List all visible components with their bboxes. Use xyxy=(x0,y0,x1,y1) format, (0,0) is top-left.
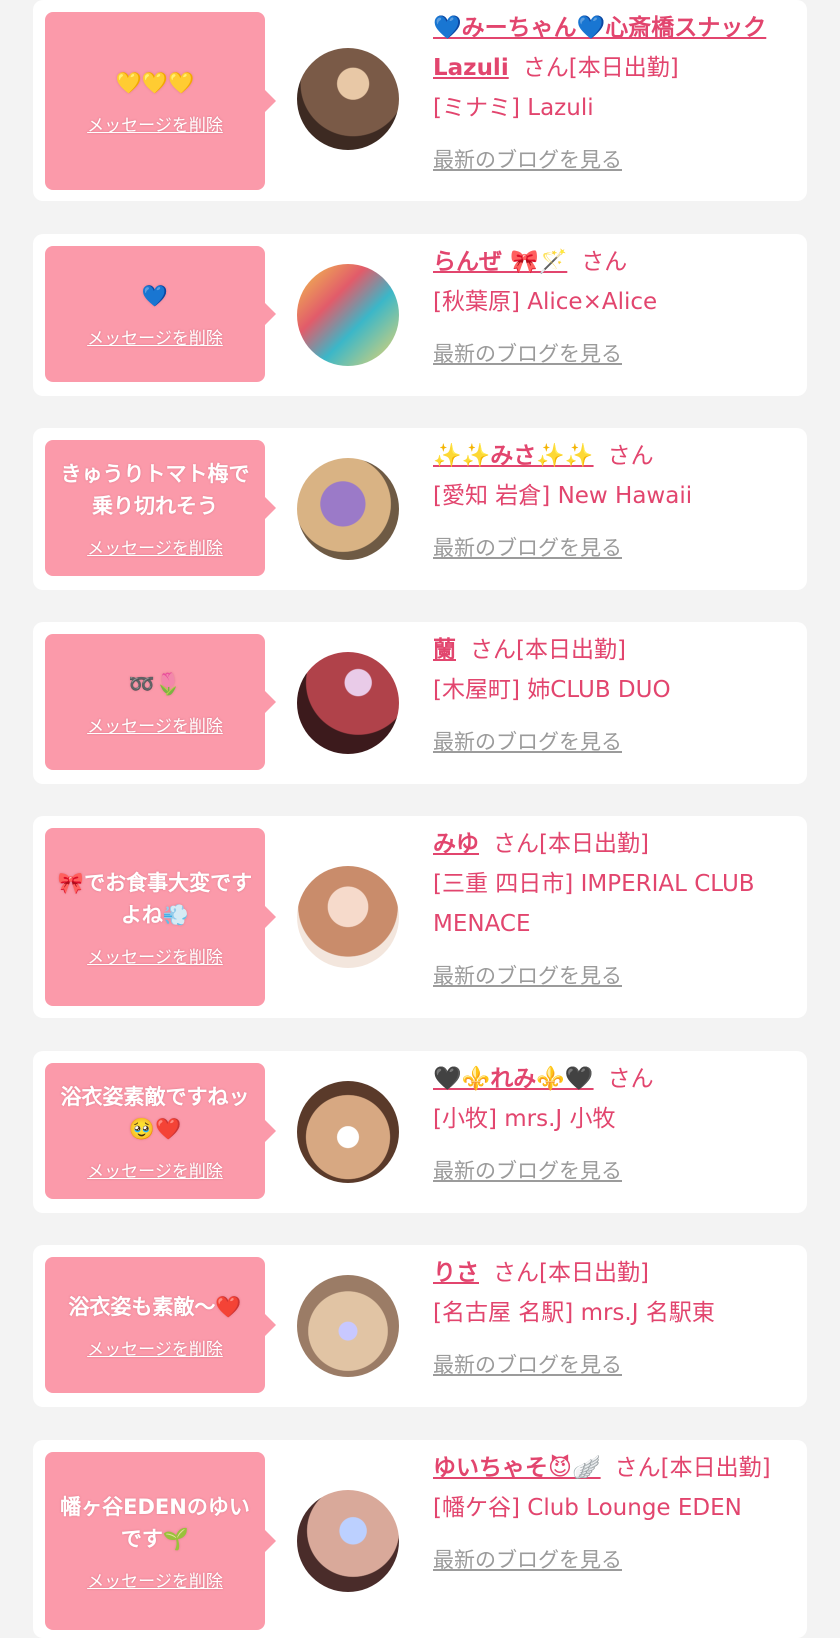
cast-name-link[interactable]: みゆ xyxy=(433,831,479,857)
shop-name: [木屋町] 姉CLUB DUO xyxy=(433,677,671,703)
latest-blog-link[interactable]: 最新のブログを見る xyxy=(433,532,622,562)
message-card: ➿🌷 メッセージを削除 蘭さん[本日出勤] [木屋町] 姉CLUB DUO 最新のブログ… xyxy=(33,622,807,784)
cast-name-line: 💙みーちゃん💙心斎橋スナックLazuli さん[本日出勤] xyxy=(433,8,783,88)
cast-avatar[interactable] xyxy=(297,1490,399,1592)
delete-message-link[interactable]: メッセージを削除 xyxy=(87,1567,223,1592)
cast-honorific-status: さん xyxy=(607,443,654,469)
message-bubble: 💛💛💛 メッセージを削除 xyxy=(45,12,276,190)
cast-avatar[interactable] xyxy=(297,1275,399,1377)
cast-info: ✨✨みさ✨✨ さん [愛知 岩倉] New Hawaii 最新のブログを見る xyxy=(433,436,783,562)
message-card: 🎀でお食事大変ですよね💨 メッセージを削除 みゆ さん[本日出勤] [三重 四日市] I… xyxy=(33,816,807,1018)
message-text: 💙 xyxy=(141,283,169,308)
cast-name-line: りさ さん[本日出勤] xyxy=(433,1253,783,1293)
cast-name-link[interactable]: 🖤⚜️れみ⚜️🖤 xyxy=(433,1066,594,1092)
cast-name-link[interactable]: ✨✨みさ✨✨ xyxy=(433,443,594,469)
cast-info: みゆ さん[本日出勤] [三重 四日市] IMPERIAL CLUB MENACE 最… xyxy=(433,824,783,990)
delete-message-link[interactable]: メッセージを削除 xyxy=(87,1335,223,1360)
latest-blog-link[interactable]: 最新のブログを見る xyxy=(433,1155,622,1185)
latest-blog-link[interactable]: 最新のブログを見る xyxy=(433,1349,622,1379)
delete-message-link[interactable]: メッセージを削除 xyxy=(87,712,223,737)
message-card: 浴衣姿素敵ですねッ🥹❤️ メッセージを削除 🖤⚜️れみ⚜️🖤 さん [小牧] mrs.J… xyxy=(33,1051,807,1213)
message-bubble: 🎀でお食事大変ですよね💨 メッセージを削除 xyxy=(45,828,276,1006)
cast-avatar[interactable] xyxy=(297,48,399,150)
cast-name-line: みゆ さん[本日出勤] xyxy=(433,824,783,864)
message-card: きゅうりトマト梅で乗り切れそうメッセージを削除 ✨✨みさ✨✨ さん [愛知 岩倉] N… xyxy=(33,428,807,590)
cast-name-link[interactable]: らんぜ 🎀🪄 xyxy=(433,249,567,275)
message-card: 💙 メッセージを削除 らんぜ 🎀🪄 さん [秋葉原] Alice×Alice 最新のブログ… xyxy=(33,234,807,396)
cast-avatar[interactable] xyxy=(297,1081,399,1183)
cast-info: りさ さん[本日出勤] [名古屋 名駅] mrs.J 名駅東最新のブログを見る xyxy=(433,1253,783,1379)
cast-honorific-status: さん[本日出勤] xyxy=(493,831,649,857)
message-bubble: 浴衣姿素敵ですねッ🥹❤️ メッセージを削除 xyxy=(45,1063,276,1199)
cast-name-line: ✨✨みさ✨✨ さん xyxy=(433,436,783,476)
cast-info: らんぜ 🎀🪄 さん [秋葉原] Alice×Alice 最新のブログを見る xyxy=(433,242,783,368)
message-bubble: 💙 メッセージを削除 xyxy=(45,246,276,382)
cast-name-line: 🖤⚜️れみ⚜️🖤 さん xyxy=(433,1059,783,1099)
cast-info: 💙みーちゃん💙心斎橋スナックLazuli さん[本日出勤] [ミナミ] Lazuli… xyxy=(433,8,783,174)
cast-avatar[interactable] xyxy=(297,652,399,754)
shop-name: [愛知 岩倉] New Hawaii xyxy=(433,483,693,509)
shop-name: [ミナミ] Lazuli xyxy=(433,95,594,121)
delete-message-link[interactable]: メッセージを削除 xyxy=(87,324,223,349)
cast-honorific-status: さん[本日出勤] xyxy=(614,1455,771,1481)
message-card: 浴衣姿も素敵〜❤️ メッセージを削除 りさ さん[本日出勤] [名古屋 名駅] mrs.… xyxy=(33,1245,807,1407)
cast-avatar[interactable] xyxy=(297,458,399,560)
delete-message-link[interactable]: メッセージを削除 xyxy=(87,1157,223,1182)
cast-honorific-status: さん[本日出勤] xyxy=(522,55,679,81)
cast-honorific-status: さん xyxy=(607,1066,654,1092)
cast-name-line: 蘭さん[本日出勤] xyxy=(433,630,783,670)
cast-honorific-status: さん[本日出勤] xyxy=(470,637,626,663)
shop-name: [幡ケ谷] Club Lounge EDEN xyxy=(433,1495,742,1521)
shop-name: [名古屋 名駅] mrs.J 名駅東 xyxy=(433,1300,715,1326)
latest-blog-link[interactable]: 最新のブログを見る xyxy=(433,144,622,174)
cast-avatar[interactable] xyxy=(297,866,399,968)
latest-blog-link[interactable]: 最新のブログを見る xyxy=(433,338,622,368)
latest-blog-link[interactable]: 最新のブログを見る xyxy=(433,1544,622,1574)
shop-name: [小牧] mrs.J 小牧 xyxy=(433,1106,616,1132)
cast-name-line: ゆいちゃそ😈🪽 さん[本日出勤] xyxy=(433,1448,783,1488)
cast-info: 蘭さん[本日出勤] [木屋町] 姉CLUB DUO 最新のブログを見る xyxy=(433,630,783,756)
message-text: 幡ヶ谷EDENのゆいです🌱 xyxy=(60,1494,250,1551)
delete-message-link[interactable]: メッセージを削除 xyxy=(87,111,223,136)
message-text: 🎀でお食事大変ですよね💨 xyxy=(57,870,253,927)
message-bubble: きゅうりトマト梅で乗り切れそうメッセージを削除 xyxy=(45,440,276,576)
cast-avatar[interactable] xyxy=(297,264,399,366)
shop-name: [秋葉原] Alice×Alice xyxy=(433,289,658,315)
cast-info: ゆいちゃそ😈🪽 さん[本日出勤] [幡ケ谷] Club Lounge EDEN 最新の… xyxy=(433,1448,783,1574)
cast-name-link[interactable]: 蘭 xyxy=(433,637,456,663)
cast-honorific-status: さん xyxy=(581,249,628,275)
message-text: ➿🌷 xyxy=(128,671,182,696)
cast-name-link[interactable]: ゆいちゃそ😈🪽 xyxy=(433,1455,601,1481)
latest-blog-link[interactable]: 最新のブログを見る xyxy=(433,960,622,990)
message-bubble: 浴衣姿も素敵〜❤️ メッセージを削除 xyxy=(45,1257,276,1393)
cast-honorific-status: さん[本日出勤] xyxy=(493,1260,649,1286)
cast-name-link[interactable]: りさ xyxy=(433,1260,479,1286)
message-text: 浴衣姿素敵ですねッ🥹❤️ xyxy=(60,1084,250,1141)
message-card: 幡ヶ谷EDENのゆいです🌱 メッセージを削除 ゆいちゃそ😈🪽 さん[本日出勤] [幡ケ谷… xyxy=(33,1440,807,1638)
message-bubble: ➿🌷 メッセージを削除 xyxy=(45,634,276,770)
latest-blog-link[interactable]: 最新のブログを見る xyxy=(433,726,622,756)
shop-name: [三重 四日市] IMPERIAL CLUB MENACE xyxy=(433,871,755,937)
delete-message-link[interactable]: メッセージを削除 xyxy=(87,534,223,559)
message-list: 💛💛💛 メッセージを削除 💙みーちゃん💙心斎橋スナックLazuli さん[本日出勤] [… xyxy=(0,0,840,1638)
delete-message-link[interactable]: メッセージを削除 xyxy=(87,943,223,968)
cast-name-line: らんぜ 🎀🪄 さん xyxy=(433,242,783,282)
message-text: 💛💛💛 xyxy=(115,70,195,95)
message-bubble: 幡ヶ谷EDENのゆいです🌱 メッセージを削除 xyxy=(45,1452,276,1630)
message-text: 浴衣姿も素敵〜❤️ xyxy=(68,1294,242,1319)
message-card: 💛💛💛 メッセージを削除 💙みーちゃん💙心斎橋スナックLazuli さん[本日出勤] [… xyxy=(33,0,807,201)
message-text: きゅうりトマト梅で乗り切れそう xyxy=(60,461,250,518)
cast-info: 🖤⚜️れみ⚜️🖤 さん [小牧] mrs.J 小牧最新のブログを見る xyxy=(433,1059,783,1185)
